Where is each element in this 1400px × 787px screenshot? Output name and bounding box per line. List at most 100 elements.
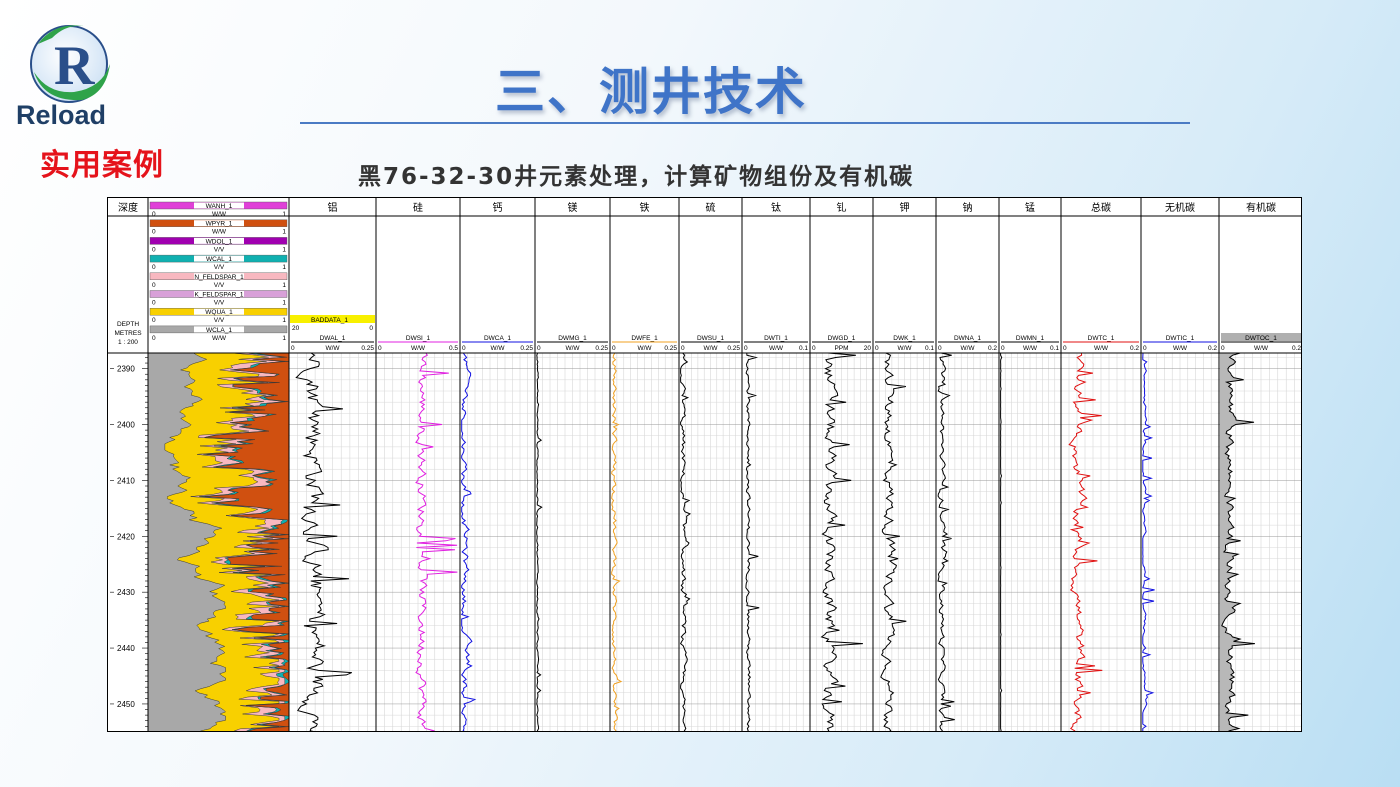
mineral-legend-max: 1 — [282, 282, 286, 289]
mineral-legend-name: WDOL_1 — [206, 238, 233, 245]
track-curve-name: DWTI_1 — [764, 335, 788, 342]
track-curve-name: DWSU_1 — [697, 335, 724, 342]
track-scale-max: 20 — [864, 345, 872, 352]
mineral-legend-min: 0 — [152, 211, 156, 218]
mineral-legend-max: 1 — [282, 211, 286, 218]
curve-dwsi-1 — [415, 352, 458, 731]
track-title: 无机碳 — [1165, 201, 1195, 214]
track-scale-min: 0 — [1001, 345, 1005, 352]
track-unit: W/W — [769, 345, 784, 352]
track-scale-max: 0.2 — [1130, 345, 1139, 352]
slide-subtitle: 黑76-32-30井元素处理，计算矿物组份及有机碳 — [358, 164, 915, 190]
mineral-legend-name: WANH_1 — [206, 203, 233, 210]
track-unit: W/W — [1254, 345, 1269, 352]
mineral-legend-name: K_FELDSPAR_1 — [194, 292, 243, 299]
depth-tick-label: 2430 — [117, 588, 135, 597]
mineral-legend-unit: W/W — [212, 229, 227, 236]
curve-dwgd-1 — [820, 352, 863, 731]
track-scale-max: 0.25 — [727, 345, 740, 352]
case-label: 实用案例 — [40, 148, 164, 183]
mineral-legend-max: 1 — [282, 300, 286, 307]
track-unit: W/W — [325, 345, 340, 352]
track-curve-name: DWNA_1 — [954, 335, 981, 342]
depth-tick-label: 2390 — [117, 365, 135, 374]
track-curve-name: DWSI_1 — [406, 335, 431, 342]
track-curve-name: DWAL_1 — [320, 335, 346, 342]
depth-tick-label: 2410 — [117, 476, 135, 485]
track-unit: W/W — [490, 345, 505, 352]
curve-dwmg-1 — [536, 352, 543, 731]
track-scale-max: 0.1 — [1050, 345, 1059, 352]
track-unit: W/W — [565, 345, 580, 352]
track-curve-name: DWTC_1 — [1088, 335, 1115, 342]
track-title: 铁 — [640, 201, 650, 214]
mineral-legend-unit: V/V — [214, 264, 225, 271]
track-title: 硅 — [413, 201, 423, 214]
mineral-legend-max: 1 — [282, 246, 286, 253]
track-title: 钠 — [963, 201, 973, 214]
track-scale-max: 0.1 — [925, 345, 934, 352]
slide-title: 三、测井技术 — [495, 63, 807, 121]
track-curve-name: DWMG_1 — [558, 335, 587, 342]
curve-dwti-1 — [745, 352, 760, 731]
track-scale-max: 0.2 — [1208, 345, 1217, 352]
track-scale-max: 0.2 — [1292, 345, 1301, 352]
track-scale-min: 0 — [938, 345, 942, 352]
track-scale-max: 0.25 — [361, 345, 374, 352]
track-unit: W/W — [703, 345, 718, 352]
track-scale-max: 0.1 — [799, 345, 808, 352]
well-log-chart: 2390 2400 2410 2420 2430 2440 2450 深度 DEPTH METR… — [108, 198, 1301, 731]
track-curve-name: DWMN_1 — [1016, 335, 1045, 342]
well-log-panel: 2390 2400 2410 2420 2430 2440 2450 深度 DEPTH METR… — [107, 197, 1302, 732]
mineral-legend-min: 0 — [152, 335, 156, 342]
mineral-legend-unit: V/V — [214, 317, 225, 324]
logo-letter: R — [54, 35, 95, 97]
track-title: 钛 — [771, 202, 781, 214]
mineral-legend-max: 1 — [282, 335, 286, 342]
mineral-legend-min: 0 — [152, 300, 156, 307]
logo-globe-icon: R — [30, 25, 110, 103]
track-title: 硫 — [706, 201, 716, 214]
baddata-name: BADDATA_1 — [311, 317, 348, 324]
track-scale-max: 0.25 — [520, 345, 533, 352]
depth-tick-label: 2400 — [117, 421, 135, 430]
track-scale-min: 0 — [462, 345, 466, 352]
mineral-legend-name: WCLA_1 — [206, 327, 232, 334]
mineral-legend-unit: W/W — [212, 211, 227, 218]
track-scale-min: 0 — [1063, 345, 1067, 352]
depth-tick-label: 2440 — [117, 644, 135, 653]
track-title: 镁 — [568, 201, 578, 214]
track-unit: W/W — [1094, 345, 1109, 352]
track-curve-name: DWGD_1 — [828, 335, 856, 342]
logo-wordmark: Reload — [16, 100, 107, 130]
track-scale-max: 0.25 — [595, 345, 608, 352]
mineral-legend-max: 1 — [282, 317, 286, 324]
mineral-legend-name: WQUA_1 — [205, 309, 233, 316]
mineral-legend-min: 0 — [152, 264, 156, 271]
mineral-legend-max: 1 — [282, 264, 286, 271]
curve-dwtc-1 — [1068, 352, 1103, 731]
mineral-legend-min: 0 — [152, 246, 156, 253]
track-title: 铝 — [328, 202, 338, 214]
mineral-legend-unit: W/W — [212, 335, 227, 342]
track-unit: W/W — [1173, 345, 1188, 352]
mineral-legend-unit: V/V — [214, 300, 225, 307]
mineral-legend-name: N_FELDSPAR_1 — [194, 274, 244, 281]
depth-unit-label: DEPTH — [117, 321, 139, 328]
baddata-max: 0 — [369, 325, 373, 332]
track-scale-min: 0 — [1221, 345, 1225, 352]
track-scale-max: 0.25 — [664, 345, 677, 352]
track-curve-name: DWK_1 — [893, 335, 916, 342]
track-curve-name: DWTIC_1 — [1166, 335, 1195, 342]
depth-unit-label: METRES — [114, 330, 142, 337]
track-scale-min: 0 — [875, 345, 879, 352]
curve-dwk-1 — [880, 352, 907, 731]
track-title: 总碳 — [1091, 201, 1111, 214]
depth-tick-label: 2420 — [117, 532, 135, 541]
mineral-legend-unit: V/V — [214, 282, 225, 289]
track-scale-max: 0.5 — [449, 345, 458, 352]
depth-track-title: 深度 — [118, 201, 138, 214]
mineral-legend-min: 0 — [152, 229, 156, 236]
baddata-min: 20 — [292, 325, 300, 332]
track-curve-name: DWCA_1 — [484, 335, 511, 342]
